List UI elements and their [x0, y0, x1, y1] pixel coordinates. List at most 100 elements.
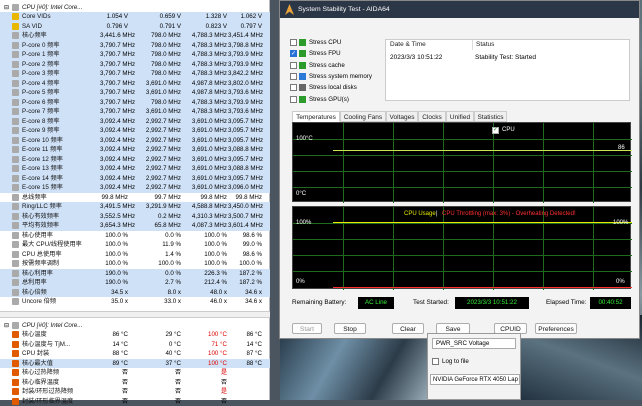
- sensor-label: E-core 14 频率: [22, 174, 63, 184]
- sensor-value-v3: 100.0 %: [185, 259, 227, 269]
- cpu-usage-graph: CPU Usage | CPU Throttling (max: 3%) - O…: [292, 206, 631, 289]
- sensor-value-v1: 35.0 x: [100, 297, 128, 307]
- sensor-value-v2: 2.7 %: [137, 278, 181, 288]
- sensor-row[interactable]: 封装/环形过热降频否否是: [0, 387, 270, 397]
- sensor-select[interactable]: PWR_SRC Voltage: [432, 338, 516, 349]
- start-button[interactable]: Start: [292, 323, 322, 334]
- sensor-value-v4: 3,842.2 MHz: [228, 69, 262, 79]
- sensor-row[interactable]: P-core 1 频率3,790.7 MHz798.0 MHz4,788.3 M…: [0, 50, 270, 60]
- sensor-row[interactable]: 按需频率调制100.0 %100.0 %100.0 %100.0 %: [0, 259, 270, 269]
- tab-statistics[interactable]: Statistics: [474, 111, 507, 122]
- cpu-legend-checkbox[interactable]: ✓: [492, 127, 499, 134]
- sensor-row[interactable]: 核心利用率190.0 %0.0 %226.3 %187.2 %: [0, 269, 270, 279]
- clear-button[interactable]: Clear: [392, 323, 424, 334]
- sensor-row[interactable]: 最大 CPU/线程使用率100.0 %11.9 %100.0 %99.0 %: [0, 240, 270, 250]
- sensor-row[interactable]: 封装/环形临界温度否否否: [0, 397, 270, 406]
- sensor-label: P-core 6 频率: [22, 98, 59, 108]
- tab-cooling-fans[interactable]: Cooling Fans: [340, 111, 386, 122]
- sensor-row[interactable]: 核心临界温度否否否: [0, 378, 270, 388]
- stress-checkbox[interactable]: [290, 62, 297, 69]
- sensor-value-v4: 98.6 %: [228, 250, 262, 260]
- preferences-button[interactable]: Preferences: [535, 323, 577, 334]
- tab-unified[interactable]: Unified: [446, 111, 474, 122]
- sensor-row[interactable]: E-core 12 频率3,092.4 MHz2,992.7 MHz3,691.…: [0, 155, 270, 165]
- sensor-row[interactable]: 核心温度86 °C29 °C100 °C86 °C: [0, 330, 270, 340]
- sensor-row[interactable]: P-core 6 频率3,790.7 MHz798.0 MHz4,788.3 M…: [0, 98, 270, 108]
- sensor-row[interactable]: P-core 3 频率3,790.7 MHz798.0 MHz4,788.3 M…: [0, 69, 270, 79]
- sensor-row[interactable]: E-core 14 频率3,092.4 MHz2,992.7 MHz3,691.…: [0, 174, 270, 184]
- column-header-status[interactable]: Status: [472, 40, 494, 50]
- sensor-value-v4: 3,793.6 MHz: [228, 107, 262, 117]
- sensor-label: 最大 CPU/线程使用率: [22, 240, 82, 250]
- stress-checkbox[interactable]: [290, 39, 297, 46]
- sensor-row[interactable]: 平均有效频率3,654.3 MHz65.8 MHz4,087.3 MHz3,60…: [0, 221, 270, 231]
- sensor-row[interactable]: 核心最大值89 °C37 °C100 °C88 °C: [0, 359, 270, 369]
- sensor-value-v2: 798.0 MHz: [137, 60, 181, 70]
- stress-checkbox[interactable]: [290, 73, 297, 80]
- sensor-row[interactable]: E-core 13 频率3,092.4 MHz2,992.7 MHz3,691.…: [0, 164, 270, 174]
- sensor-row[interactable]: E-core 11 频率3,092.4 MHz2,992.7 MHz3,691.…: [0, 145, 270, 155]
- tab-voltages[interactable]: Voltages: [386, 111, 418, 122]
- sensor-row[interactable]: 核心使用率100.0 %0.0 %100.0 %98.6 %: [0, 231, 270, 241]
- sensor-value-v2: 2,992.7 MHz: [137, 136, 181, 146]
- aida64-stability-window: System Stability Test - AIDA64 Stress CP…: [279, 0, 640, 339]
- sensor-value-v1: 3,790.7 MHz: [100, 79, 128, 89]
- stop-button[interactable]: Stop: [334, 323, 366, 334]
- cpu-icon: [12, 165, 19, 172]
- cpu-icon: [12, 194, 19, 201]
- sensor-row[interactable]: P-core 2 频率3,790.7 MHz798.0 MHz4,788.3 M…: [0, 60, 270, 70]
- cpu-icon: [12, 80, 19, 87]
- tab-clocks[interactable]: Clocks: [418, 111, 446, 122]
- stress-checkbox[interactable]: [290, 50, 297, 57]
- sensor-value-v3: 3,691.0 MHz: [185, 126, 227, 136]
- sensor-row[interactable]: Ring/LLC 频率3,491.5 MHz3,291.9 MHz4,588.8…: [0, 202, 270, 212]
- sensor-value-v4: 3,095.7 MHz: [228, 136, 262, 146]
- sensor-row[interactable]: E-core 8 频率3,092.4 MHz2,992.7 MHz3,691.0…: [0, 117, 270, 127]
- sensor-row[interactable]: E-core 10 频率3,092.4 MHz2,992.7 MHz3,691.…: [0, 136, 270, 146]
- sensor-row[interactable]: 核心有效频率3,552.5 MHz0.2 MHz4,310.3 MHz3,500…: [0, 212, 270, 222]
- sensor-row[interactable]: 总利用率190.0 %2.7 %212.4 %187.2 %: [0, 278, 270, 288]
- sensor-row[interactable]: 核心过热降频否否是: [0, 368, 270, 378]
- sensor-row[interactable]: SA VID0.796 V0.791 V0.823 V0.797 V: [0, 22, 270, 32]
- sensor-row[interactable]: Core VIDs1.054 V0.659 V1.328 V1.062 V: [0, 12, 270, 22]
- stress-checkbox[interactable]: [290, 84, 297, 91]
- sensor-row[interactable]: 核心倍频34.5 x8.0 x48.0 x34.6 x: [0, 288, 270, 298]
- sensor-row[interactable]: Uncore 倍频35.0 x33.0 x46.0 x34.6 x: [0, 297, 270, 307]
- sensor-value-v2: 0 °C: [137, 340, 181, 350]
- sensor-row[interactable]: CPU 封装88 °C40 °C100 °C87 °C: [0, 349, 270, 359]
- sensor-value-v3: 100.0 %: [185, 231, 227, 241]
- sensor-row[interactable]: P-core 7 频率3,790.7 MHz3,691.0 MHz4,788.3…: [0, 107, 270, 117]
- sensor-label: E-core 11 频率: [22, 145, 62, 155]
- sensor-label: 核心温度: [22, 330, 47, 340]
- graph-bottom-label: 0%: [296, 279, 305, 285]
- sensor-label: SA VID: [22, 22, 42, 32]
- sensor-row[interactable]: 核心温度与 TjM...14 °C0 °C71 °C14 °C: [0, 340, 270, 350]
- sensor-row[interactable]: P-core 4 频率3,790.7 MHz3,691.0 MHz4,987.8…: [0, 79, 270, 89]
- gpu-select[interactable]: NVIDIA GeForce RTX 4050 Lap: [430, 374, 520, 385]
- sensor-value-v3: 4,788.3 MHz: [185, 69, 227, 79]
- sensor-value-v3: 否: [185, 397, 227, 406]
- cpu-icon: [12, 99, 19, 106]
- sensor-row[interactable]: CPU 总使用率100.0 %1.4 %100.0 %98.6 %: [0, 250, 270, 260]
- sensor-label: E-core 12 频率: [22, 155, 63, 165]
- sensor-row[interactable]: P-core 5 频率3,790.7 MHz3,691.0 MHz4,987.8…: [0, 88, 270, 98]
- thermometer-icon: [12, 398, 19, 405]
- voltage-icon: [12, 13, 19, 20]
- graph-legend-cpu: CPU: [502, 127, 515, 133]
- sensor-row[interactable]: P-core 0 频率3,790.7 MHz798.0 MHz4,788.3 M…: [0, 41, 270, 51]
- hwinfo-sensor-panel: ⊟ CPU [#0]: Intel Core... Core VIDs1.054…: [0, 0, 270, 400]
- log-to-file-checkbox[interactable]: [432, 358, 439, 365]
- tab-temperatures[interactable]: Temperatures: [292, 111, 340, 122]
- sensor-row[interactable]: 核心频率3,441.6 MHz798.0 MHz4,788.3 MHz3,451…: [0, 31, 270, 41]
- sensor-row[interactable]: E-core 15 频率3,092.4 MHz2,992.7 MHz3,691.…: [0, 183, 270, 193]
- cpu-icon: [12, 279, 19, 286]
- title-bar[interactable]: System Stability Test - AIDA64: [280, 1, 639, 18]
- sensor-row[interactable]: 总线频率99.8 MHz99.7 MHz99.8 MHz99.8 MHz: [0, 193, 270, 203]
- sensor-row[interactable]: E-core 9 频率3,092.4 MHz2,992.7 MHz3,691.0…: [0, 126, 270, 136]
- sensor-label: 核心利用率: [22, 269, 53, 279]
- sensor-label: 封装/环形过热降频: [22, 387, 73, 397]
- cpu-icon: [12, 298, 19, 305]
- stress-checkbox[interactable]: [290, 96, 297, 103]
- column-header-date[interactable]: Date & Time: [390, 40, 426, 50]
- thermometer-icon: [12, 360, 19, 367]
